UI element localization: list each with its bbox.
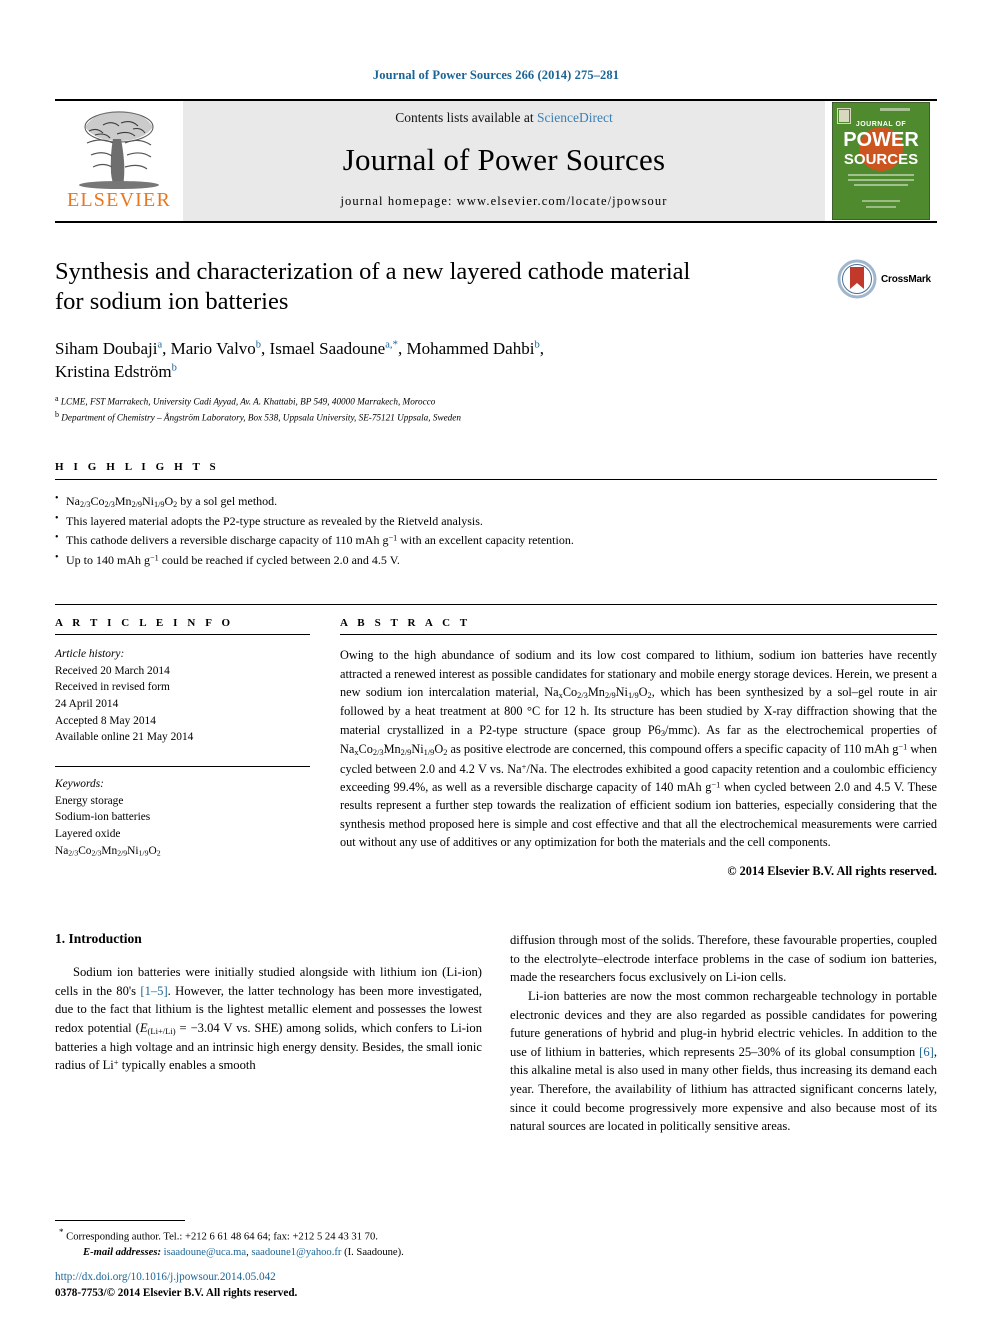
journal-masthead: ELSEVIER Contents lists available at Sci… [55,99,937,223]
author-name: Siham Doubaji [55,338,158,358]
history-item: Accepted 8 May 2014 [55,714,156,727]
keyword-item: Na2/3Co2/3Mn2/9Ni1/9O2 [55,844,161,858]
article-info-label: A R T I C L E I N F O [55,617,234,630]
crossmark-label: CrossMark [881,273,931,285]
footnote-star-icon: * [59,1226,64,1237]
paper-page: Journal of Power Sources 266 (2014) 275–… [0,0,992,1323]
paragraph: Sodium ion batteries were initially stud… [55,965,483,1073]
doi-copyright-block: http://dx.doi.org/10.1016/j.jpowsour.201… [55,1269,515,1301]
info-abstract-section: A R T I C L E I N F O Article history: R… [55,604,937,879]
abstract-label: A B S T R A C T [340,617,471,630]
affiliation-item: a LCME, FST Marrakech, University Cadi A… [55,393,937,409]
paragraph: Li-ion batteries are now the most common… [510,988,937,1134]
author-name: Ismael Saadoune [269,338,386,358]
svg-text:SOURCES: SOURCES [844,151,918,168]
keywords-divider [55,766,310,768]
abstract-text: Owing to the high abundance of sodium an… [340,648,938,850]
highlights-section: H I G H L I G H T S Na2/3Co2/3Mn2/9Ni1/9… [55,461,937,570]
author-list: Siham Doubajia, Mario Valvob, Ismael Saa… [55,338,544,382]
author-affiliation-mark[interactable]: b [172,363,177,374]
contents-available-line: Contents lists available at ScienceDirec… [395,110,612,126]
article-info-column: A R T I C L E I N F O Article history: R… [55,617,310,879]
author-name: Mohammed Dahbi [406,338,535,358]
journal-title: Journal of Power Sources [342,142,666,177]
affiliation-text: Department of Chemistry – Ångström Labor… [61,412,461,423]
corresponding-author-text: Corresponding author. Tel.: +212 6 61 48… [66,1231,378,1243]
history-item: Received in revised form [55,681,170,694]
journal-cover-image-icon: JOURNAL OF POWER SOURCES [832,102,930,220]
history-item: 24 April 2014 [55,698,119,711]
abstract-copyright: © 2014 Elsevier B.V. All rights reserved… [727,864,937,879]
paragraph: diffusion through most of the solids. Th… [510,933,937,985]
list-item: Na2/3Co2/3Mn2/9Ni1/9O2 by a sol gel meth… [55,491,937,511]
abstract-column: A B S T R A C T Owing to the high abunda… [340,617,937,879]
keyword-item: Sodium-ion batteries [55,811,151,824]
author-name: Mario Valvo [170,338,256,358]
keyword-item: Energy storage [55,794,124,807]
page-title: Synthesis and characterization of a new … [55,257,795,317]
history-item: Available online 21 May 2014 [55,731,194,744]
affiliation-mark: a [55,393,59,403]
affiliation-mark: b [55,410,59,420]
running-head: Journal of Power Sources 266 (2014) 275–… [372,68,620,82]
list-item: Up to 140 mAh g−1 could be reached if cy… [55,550,937,570]
citation-link[interactable]: [6] [919,1045,934,1059]
keywords-block: Keywords: Energy storage Sodium-ion batt… [55,766,310,859]
sciencedirect-link[interactable]: ScienceDirect [537,110,613,125]
highlights-label: H I G H L I G H T S [55,461,220,474]
keyword-item: Layered oxide [55,827,121,840]
author-affiliation-mark[interactable]: a [157,339,162,350]
author-affiliation-mark[interactable]: b [534,339,539,350]
elsevier-logo: ELSEVIER [55,101,183,221]
author-affiliation-mark[interactable]: b [256,339,261,350]
history-item: Received 20 March 2014 [55,664,170,677]
svg-text:POWER: POWER [843,129,919,151]
author-name: Kristina Edström [55,362,172,382]
abstract-divider [340,634,937,636]
doi-link[interactable]: http://dx.doi.org/10.1016/j.jpowsour.201… [55,1269,515,1285]
svg-text:JOURNAL OF: JOURNAL OF [856,121,907,128]
list-item: This layered material adopts the P2-type… [55,511,937,531]
body-columns: 1. Introduction Sodium ion batteries wer… [55,931,937,1136]
issn-copyright: © 2014 Elsevier B.V. All rights reserved… [106,1286,298,1299]
article-title-block: CrossMark Synthesis and characterization… [55,257,937,425]
paper-title-line2: for sodium ion batteries [55,287,289,315]
highlights-list: Na2/3Co2/3Mn2/9Ni1/9O2 by a sol gel meth… [55,491,937,570]
article-history-block: Article history: Received 20 March 2014 … [55,646,310,746]
affiliation-text: LCME, FST Marrakech, University Cadi Ayy… [60,396,436,407]
journal-homepage-url[interactable]: journal homepage: www.elsevier.com/locat… [340,194,667,209]
citation-link[interactable]: [1–5] [140,984,167,998]
footnote-divider [55,1219,185,1221]
paper-title-line1: Synthesis and characterization of a new … [55,258,691,285]
email-link[interactable]: isaadoune@uca.ma [164,1247,246,1258]
journal-header-center: Contents lists available at ScienceDirec… [183,101,825,221]
introduction-heading: 1. Introduction [55,931,142,947]
article-history-label: Article history: [55,648,125,661]
crossmark-badge[interactable]: CrossMark [837,257,937,301]
email-addresses-label: E-mail addresses: [83,1247,161,1259]
list-item: This cathode delivers a reversible disch… [55,530,937,550]
elsevier-wordmark: ELSEVIER [66,189,172,211]
article-info-divider [55,634,310,636]
corresponding-author-mark[interactable]: * [393,338,399,350]
keywords-label: Keywords: [55,778,104,791]
body-column-right: diffusion through most of the solids. Th… [510,931,937,1136]
journal-cover-thumbnail: JOURNAL OF POWER SOURCES [825,101,937,221]
affiliation-list: a LCME, FST Marrakech, University Cadi A… [55,393,937,426]
corresponding-author-footnote: * Corresponding author. Tel.: +212 6 61 … [55,1219,495,1261]
contents-prefix: Contents lists available at [395,110,537,125]
elsevier-tree-icon [79,111,159,189]
highlights-divider [55,479,937,481]
affiliation-item: b Department of Chemistry – Ångström Lab… [55,409,937,425]
crossmark-icon [837,259,877,299]
author-affiliation-mark[interactable]: a, [385,339,392,350]
body-column-left: 1. Introduction Sodium ion batteries wer… [55,931,482,1136]
email-owner: (I. Saadoune). [344,1247,404,1259]
email-link[interactable]: saadoune1@yahoo.fr [251,1247,341,1258]
issn-text: 0378-7753/ [55,1286,107,1299]
